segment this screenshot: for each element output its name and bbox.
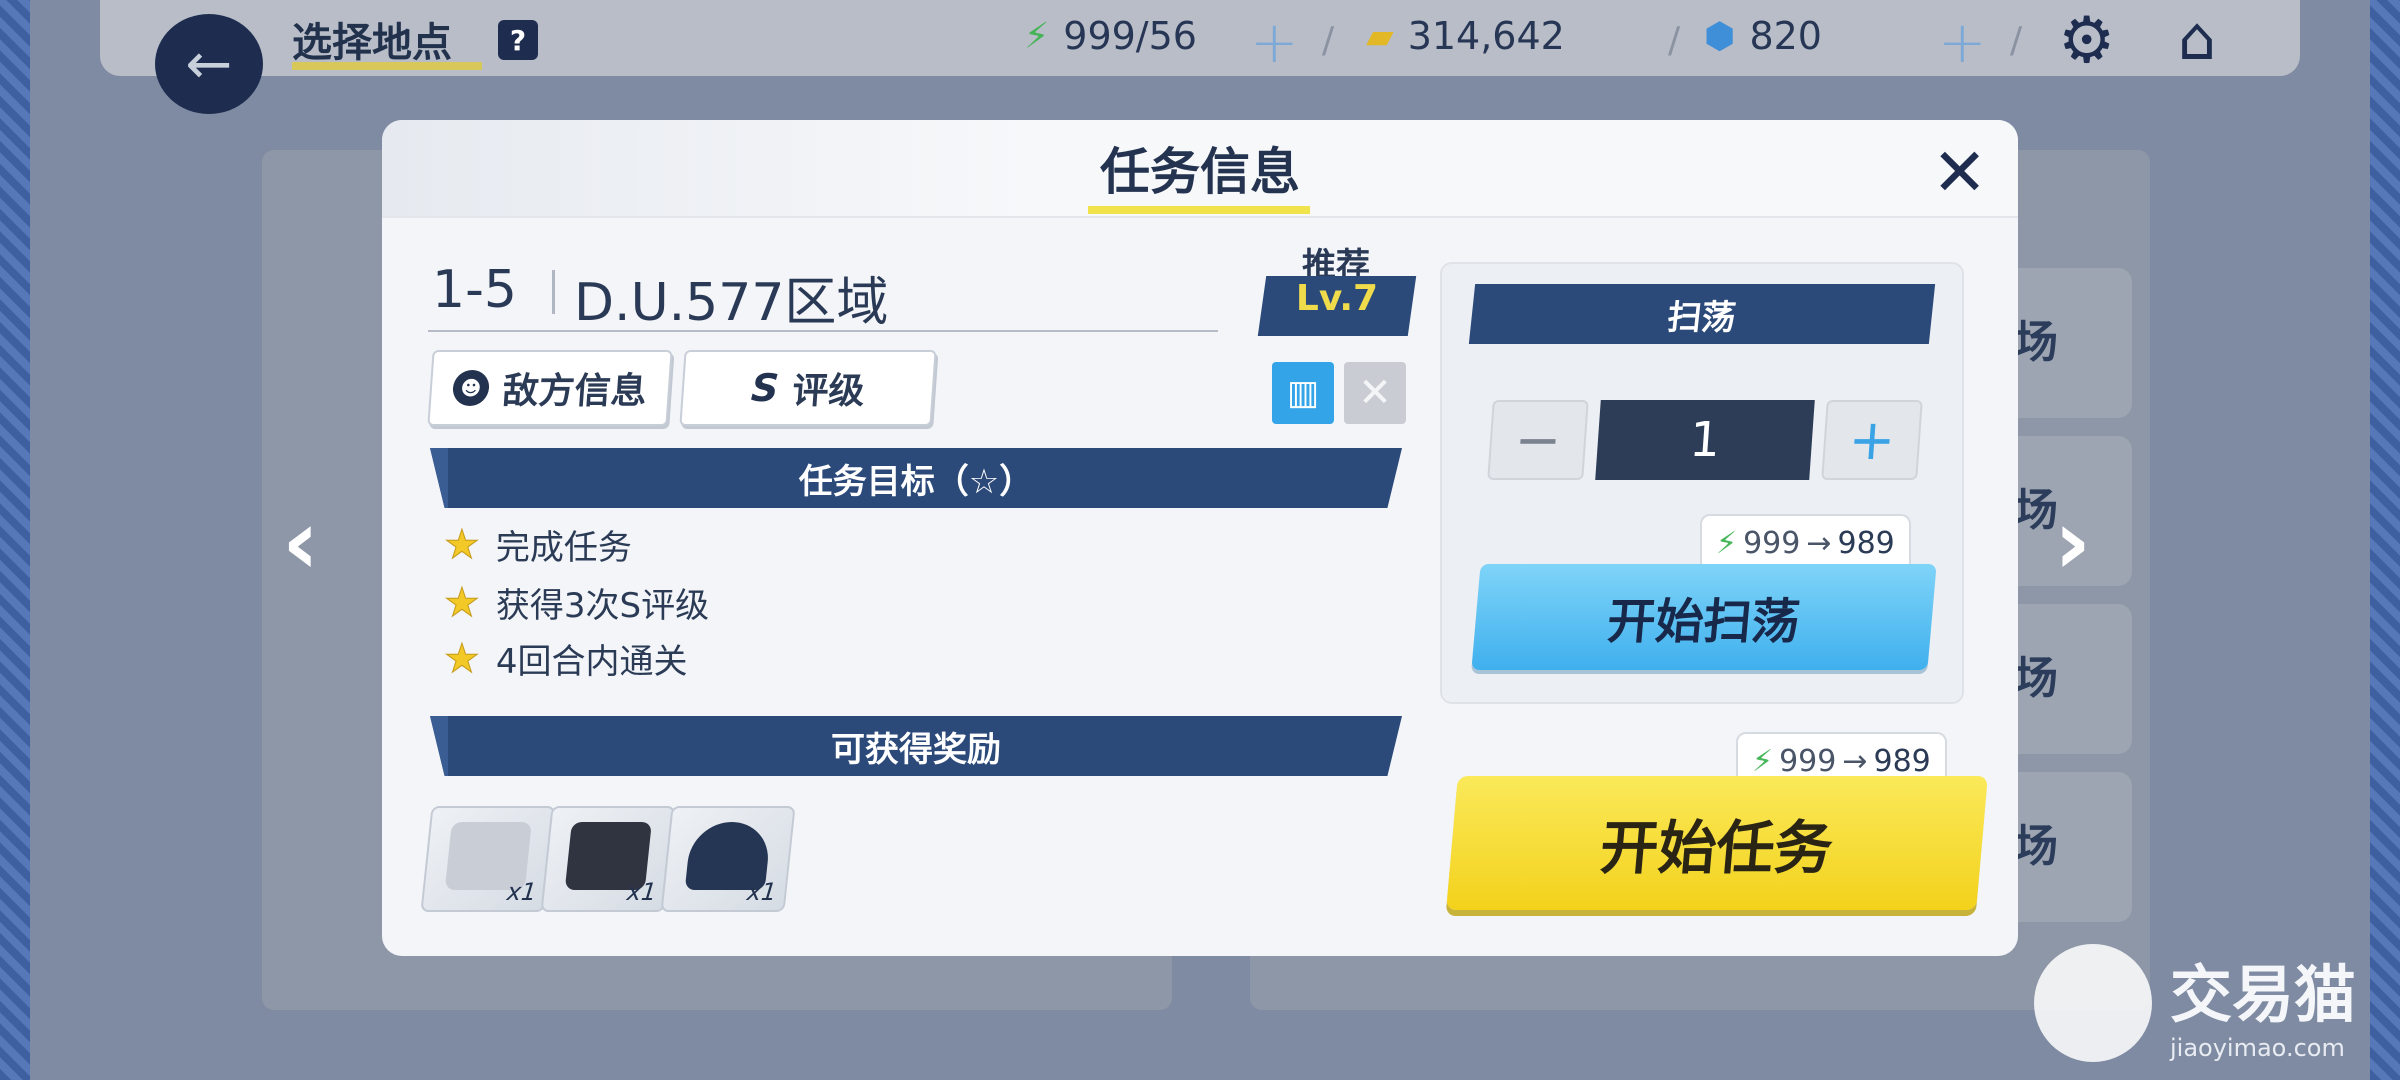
recommend-level: Lv.7 [1295, 278, 1379, 319]
rewards-header: 可获得奖励 [430, 716, 1402, 776]
divider: / [2010, 20, 2023, 61]
gems-plus-button[interactable]: + [1938, 8, 1987, 76]
start-mission-button[interactable]: 开始任务 [1446, 776, 1988, 910]
gems-counter: ⬢ 820 [1704, 14, 1822, 58]
stage-id: 1-5 [432, 260, 517, 320]
watermark: 交易猫 jiaoyimao.com [2034, 944, 2356, 1062]
energy-bolt-icon: ⚡ [1024, 15, 1050, 57]
help-button[interactable]: ? [498, 20, 538, 60]
watermark-name: 交易猫 [2170, 958, 2357, 1031]
enemy-info-button[interactable]: ☻ 敌方信息 [427, 350, 673, 426]
objective-item: ★ 获得3次S评级 [444, 579, 710, 626]
divider [552, 270, 555, 314]
title-underline [292, 62, 482, 70]
start-sweep-button[interactable]: 开始扫荡 [1471, 564, 1937, 670]
rank-button[interactable]: S 评级 [679, 350, 937, 426]
reward-item-cap[interactable]: x1 [660, 806, 796, 912]
back-arrow-icon: ← [185, 31, 233, 97]
divider: / [1322, 20, 1335, 61]
credits-ticket-icon: ▰ [1366, 15, 1394, 57]
sweep-quantity: 1 [1595, 400, 1815, 480]
star-icon: ★ [444, 521, 481, 568]
divider [428, 330, 1218, 332]
star-icon: ★ [444, 579, 481, 626]
page-title: 选择地点 [292, 20, 452, 66]
close-icon[interactable]: ✕ [1932, 134, 1987, 211]
next-arrow-icon[interactable]: › [2054, 490, 2091, 595]
stage-name: D.U.577区域 [574, 273, 889, 333]
s-rank-icon: S [749, 366, 781, 410]
right-edge-stripe [2370, 0, 2400, 1080]
cat-logo-icon [2034, 944, 2152, 1062]
prev-arrow-icon[interactable]: ‹ [282, 490, 319, 595]
disabled-x-icon: ✕ [1344, 362, 1406, 424]
watermark-url: jiaoyimao.com [2170, 1034, 2345, 1062]
objective-item: ★ 完成任务 [444, 521, 632, 568]
home-icon[interactable]: ⌂ [2178, 4, 2216, 74]
sweep-title: 扫荡 [1468, 284, 1936, 344]
energy-bolt-icon: ⚡ [1716, 525, 1738, 561]
credits-counter: ▰ 314,642 [1366, 14, 1565, 58]
dialog-title: 任务信息 [1100, 143, 1300, 201]
star-icon: ★ [444, 635, 481, 682]
mission-info-dialog: 任务信息 ✕ 1-5 D.U.577区域 推荐 Lv.7 ☻ 敌方信息 S 评级… [382, 120, 2018, 956]
reward-item-tag[interactable]: x1 [420, 806, 556, 912]
objectives-header: 任务目标（☆） [430, 448, 1402, 508]
energy-bolt-icon: ⚡ [1752, 743, 1774, 779]
objective-item: ★ 4回合内通关 [444, 635, 688, 682]
settings-gear-icon[interactable]: ⚙ [2058, 4, 2115, 78]
reward-item-bag[interactable]: x1 [540, 806, 676, 912]
back-button[interactable]: ← [155, 14, 263, 114]
building-icon[interactable]: ▥ [1272, 362, 1334, 424]
energy-counter: ⚡ 999/56 [1024, 14, 1197, 58]
left-edge-stripe [0, 0, 30, 1080]
energy-plus-button[interactable]: + [1250, 8, 1299, 76]
gem-icon: ⬢ [1704, 15, 1736, 57]
divider: / [1668, 20, 1681, 61]
skull-icon: ☻ [451, 370, 491, 406]
increase-button[interactable]: + [1821, 400, 1923, 480]
title-underline [1088, 206, 1310, 214]
decrease-button[interactable]: − [1487, 400, 1589, 480]
